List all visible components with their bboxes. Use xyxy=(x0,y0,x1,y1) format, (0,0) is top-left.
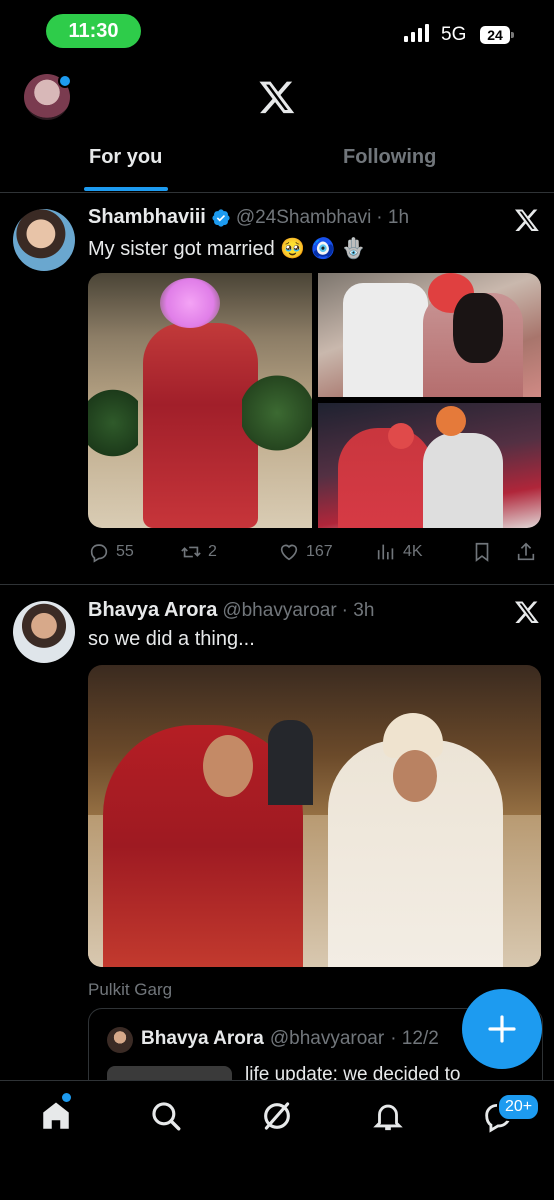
plus-icon xyxy=(488,1015,516,1043)
x-logo-icon xyxy=(259,81,295,114)
grok-icon[interactable] xyxy=(260,1099,294,1133)
author-name[interactable]: Shambhaviii xyxy=(88,206,206,229)
tweet-header: Shambhaviii @24Shambhavi · 1h xyxy=(88,206,409,229)
retweet-icon xyxy=(181,546,201,558)
tweet-photo[interactable] xyxy=(318,273,541,397)
home-icon[interactable] xyxy=(39,1099,73,1133)
active-tab-indicator xyxy=(84,187,168,191)
home-notification-dot xyxy=(62,1093,71,1102)
tweet-text: My sister got married 🥹 🧿 🪬 xyxy=(88,238,367,260)
x-logo-icon[interactable] xyxy=(514,599,540,625)
notifications-icon[interactable] xyxy=(371,1099,405,1133)
views-button[interactable]: 4K xyxy=(375,541,423,563)
tweet-header: Bhavya Arora @bhavyaroar · 3h xyxy=(88,599,374,622)
retweet-button[interactable]: 2 xyxy=(180,541,217,563)
divider xyxy=(0,584,554,585)
tweet-author-avatar[interactable] xyxy=(13,209,75,271)
tab-following[interactable]: Following xyxy=(343,146,436,169)
profile-notification-dot xyxy=(58,74,72,88)
author-handle[interactable]: @24Shambhavi xyxy=(236,207,371,229)
quoted-tweet-thumbnail xyxy=(107,1066,232,1080)
bottom-navigation xyxy=(0,1080,554,1200)
quoted-tweet-time: · 12/2 xyxy=(390,1028,439,1049)
reply-button[interactable]: 55 xyxy=(88,541,134,563)
search-icon[interactable] xyxy=(149,1099,183,1133)
quoted-author-name: Bhavya Arora xyxy=(141,1028,264,1049)
reply-count: 55 xyxy=(116,543,134,560)
network-type: 5G xyxy=(441,24,467,45)
compose-button[interactable] xyxy=(462,989,542,1069)
tweet-time: · 1h xyxy=(376,206,410,228)
x-logo-icon[interactable] xyxy=(514,207,540,233)
tweet-time: · 3h xyxy=(341,599,375,621)
author-name[interactable]: Bhavya Arora xyxy=(88,599,217,622)
reply-icon xyxy=(90,544,108,563)
heart-icon xyxy=(280,544,298,561)
quoted-tweet-text: life update: we decided to xyxy=(245,1064,461,1080)
quoted-tweet-header: Bhavya Arora @bhavyaroar · 12/2 xyxy=(141,1028,461,1050)
like-button[interactable]: 167 xyxy=(278,541,333,563)
author-handle[interactable]: @bhavyaroar xyxy=(222,600,336,622)
quoted-author-handle: @bhavyaroar xyxy=(269,1028,385,1049)
verified-badge-icon xyxy=(212,208,230,227)
divider xyxy=(0,192,554,193)
retweet-count: 2 xyxy=(208,543,217,560)
status-time: 11:30 xyxy=(46,14,141,48)
tab-for-you[interactable]: For you xyxy=(89,146,162,169)
photo-credit: Pulkit Garg xyxy=(88,980,173,999)
tweet-photo[interactable] xyxy=(88,273,312,528)
like-count: 167 xyxy=(306,543,333,560)
tweet-photo[interactable] xyxy=(318,403,541,528)
tweet-photo[interactable] xyxy=(88,665,541,967)
bookmark-icon[interactable] xyxy=(471,541,493,563)
view-count: 4K xyxy=(403,543,423,560)
views-icon xyxy=(377,544,394,560)
quoted-author-avatar xyxy=(107,1027,133,1053)
tweet-author-avatar[interactable] xyxy=(13,601,75,663)
share-icon[interactable] xyxy=(515,541,537,563)
signal-icon xyxy=(404,24,429,42)
battery-icon: 24 xyxy=(480,26,514,44)
tweet-text: so we did a thing... xyxy=(88,628,255,650)
messages-badge: 20+ xyxy=(497,1093,541,1121)
